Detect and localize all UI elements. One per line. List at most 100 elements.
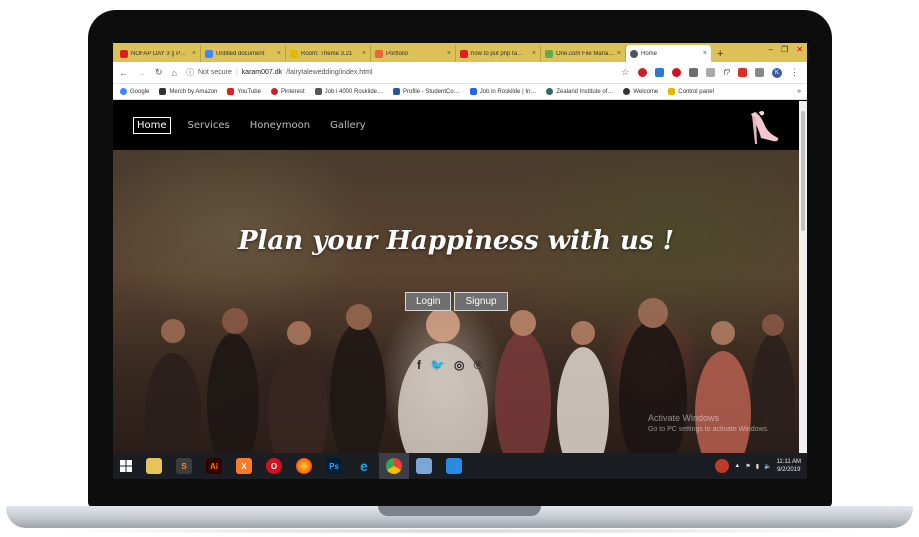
bookmark[interactable]: Profile - StudentCo…	[393, 88, 460, 95]
flag-icon[interactable]: ⚑	[745, 463, 750, 470]
pinterest-ext-icon[interactable]	[638, 68, 648, 77]
taskbar-chrome[interactable]	[379, 453, 409, 479]
taskbar-vscode[interactable]	[439, 453, 469, 479]
social-links: f 🐦 ◎ ℗	[417, 358, 482, 372]
instagram-icon[interactable]: ◎	[454, 358, 464, 372]
taskbar-firefox[interactable]	[289, 453, 319, 479]
vscode-icon	[446, 458, 462, 474]
scrollbar-thumb[interactable]	[801, 111, 805, 231]
forward-icon[interactable]: →	[137, 68, 146, 78]
close-tab-icon[interactable]: ×	[192, 50, 196, 57]
close-tab-icon[interactable]: ×	[277, 50, 281, 57]
tray-app-icon[interactable]	[715, 459, 730, 473]
web-page: Home Services Honeymoon Gallery Plan you…	[113, 101, 799, 453]
browser-tab-active[interactable]: Home ×	[626, 45, 711, 62]
nav-services[interactable]: Services	[185, 118, 233, 133]
formula-ext-icon[interactable]: f?	[723, 68, 730, 77]
laptop-mockup: NOFAP DAY 3 || P… × Untitled document × Ro…	[0, 0, 919, 537]
extension-icon[interactable]	[738, 68, 747, 77]
extension-icon[interactable]	[655, 68, 665, 77]
extension-icon[interactable]	[706, 68, 716, 77]
start-button[interactable]	[113, 453, 139, 479]
bookmark[interactable]: Job i 4000 Roskilde…	[314, 88, 383, 95]
bookmarks-bar: Google Merch by Amazon YouTube Pinterest…	[113, 84, 807, 100]
url-input[interactable]: ⓘ Not secure | karam007.dk/fairytalewedd…	[186, 67, 612, 78]
url-domain: karam007.dk	[241, 69, 283, 76]
login-button[interactable]: Login	[405, 292, 452, 311]
nav-gallery[interactable]: Gallery	[327, 118, 369, 133]
facebook-icon[interactable]: f	[417, 358, 421, 372]
bookmarks-more-button[interactable]: »	[797, 88, 801, 95]
menu-icon[interactable]: ⋮	[790, 67, 799, 78]
extension-icon[interactable]	[755, 68, 764, 77]
onecom-icon	[545, 49, 553, 58]
extension-icon[interactable]	[689, 68, 699, 77]
high-heel-logo-icon	[751, 110, 779, 144]
bookmark[interactable]: Pinterest	[270, 88, 305, 95]
firefox-icon	[296, 458, 312, 474]
browser-tab[interactable]: NOFAP DAY 3 || P… ×	[116, 45, 201, 62]
close-window-button[interactable]: ✕	[796, 45, 803, 54]
bookmark[interactable]: Zealand Institute of…	[546, 88, 613, 95]
page-scrollbar[interactable]	[799, 101, 807, 453]
signup-button[interactable]: Signup	[454, 292, 508, 311]
back-icon[interactable]: ←	[119, 68, 128, 78]
clock[interactable]: 11:11 AM 9/2/2019	[777, 458, 801, 474]
close-tab-icon[interactable]: ×	[362, 50, 366, 57]
restore-button[interactable]: ❐	[781, 45, 788, 54]
bookmark[interactable]: Welcome	[623, 88, 658, 95]
nav-honeymoon[interactable]: Honeymoon	[247, 118, 313, 133]
job-icon	[314, 88, 322, 95]
close-tab-icon[interactable]: ×	[617, 50, 621, 57]
reload-icon[interactable]: ↻	[155, 67, 163, 78]
windows-logo-icon	[120, 460, 132, 472]
virtualbox-icon	[416, 458, 432, 474]
taskbar-file-explorer[interactable]	[139, 453, 169, 479]
bookmark[interactable]: Merch by Amazon	[159, 88, 217, 95]
info-icon[interactable]: ⓘ	[186, 67, 194, 78]
taskbar-photoshop[interactable]: Ps	[319, 453, 349, 479]
star-icon[interactable]: ☆	[621, 67, 629, 78]
taskbar-sublime-text[interactable]: S	[169, 453, 199, 479]
bookmark[interactable]: YouTube	[227, 88, 261, 95]
battery-icon[interactable]: ▮	[756, 463, 759, 470]
home-icon[interactable]: ⌂	[172, 68, 177, 78]
opera-icon: O	[266, 458, 282, 474]
bookmark[interactable]: Google	[120, 88, 149, 95]
opera-ext-icon[interactable]	[672, 68, 682, 77]
amazon-icon	[159, 88, 167, 95]
volume-icon[interactable]: 🔈	[764, 463, 771, 470]
security-label: Not secure	[197, 69, 232, 76]
taskbar-opera[interactable]: O	[259, 453, 289, 479]
browser-tab[interactable]: One.com File Mana… ×	[541, 45, 626, 62]
taskbar-virtualbox[interactable]	[409, 453, 439, 479]
studentconsulting-icon	[393, 88, 401, 95]
watermark-title: Activate Windows	[648, 413, 720, 423]
tray-expand-icon[interactable]: ▲	[734, 463, 740, 469]
taskbar-xampp[interactable]: X	[229, 453, 259, 479]
laptop-notch	[378, 506, 541, 516]
new-tab-button[interactable]: +	[711, 45, 729, 62]
close-tab-icon[interactable]: ×	[703, 50, 707, 57]
browser-tab[interactable]: how to put php ta… ×	[456, 45, 541, 62]
browser-tab[interactable]: Portfolio ×	[371, 45, 456, 62]
close-tab-icon[interactable]: ×	[447, 50, 451, 57]
bookmark[interactable]: Control panel	[668, 88, 714, 95]
google-icon	[120, 88, 127, 95]
chrome-icon	[386, 458, 402, 474]
nav-home[interactable]: Home	[133, 117, 171, 134]
taskbar-illustrator[interactable]: Ai	[199, 453, 229, 479]
minimize-button[interactable]: –	[769, 45, 773, 54]
browser-tab[interactable]: Room: Theme 3.21 ×	[286, 45, 371, 62]
taskbar-internet-explorer[interactable]: e	[349, 453, 379, 479]
system-tray: ▲ ⚑ ▮ 🔈 11:11 AM 9/2/2019	[715, 458, 807, 474]
profile-avatar[interactable]: K	[772, 67, 782, 78]
twitter-icon[interactable]: 🐦	[430, 358, 445, 372]
pinterest-icon	[270, 88, 278, 95]
browser-tab[interactable]: Untitled document ×	[201, 45, 286, 62]
bookmark[interactable]: Job in Roskilde | In…	[469, 88, 536, 95]
pinterest-icon[interactable]: ℗	[473, 358, 482, 372]
screen: NOFAP DAY 3 || P… × Untitled document × Ro…	[113, 43, 807, 479]
sublime-text-icon: S	[176, 458, 192, 474]
close-tab-icon[interactable]: ×	[532, 50, 536, 57]
